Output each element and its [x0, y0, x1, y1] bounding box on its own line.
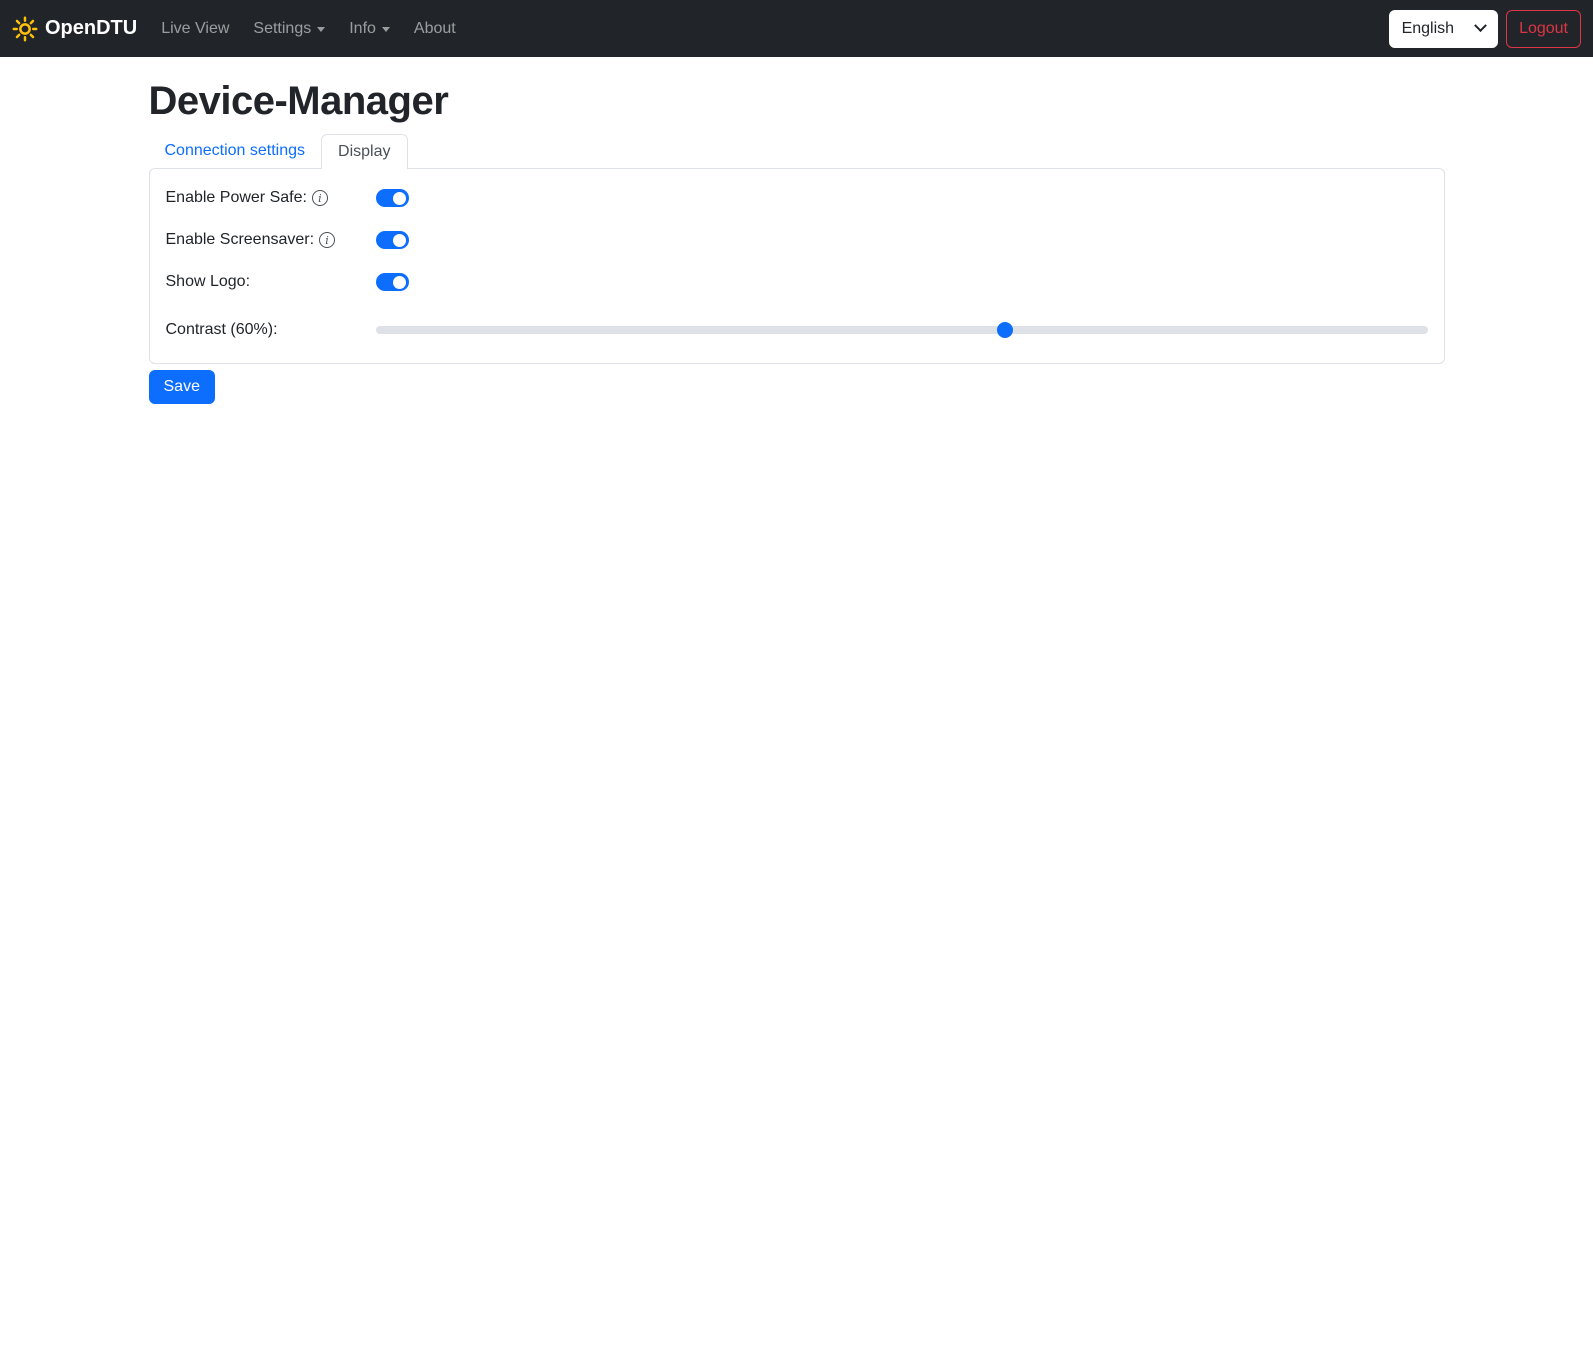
- enable-power-safe-row: Enable Power Safe: i: [166, 185, 1428, 211]
- nav-item-settings-label: Settings: [253, 19, 312, 37]
- contrast-slider[interactable]: [375, 318, 1428, 342]
- display-settings-card: Enable Power Safe: i Enable Screensaver:…: [148, 168, 1445, 364]
- nav-item-live-view-label: Live View: [161, 19, 230, 37]
- navbar: OpenDTU Live View Settings Info About En…: [0, 0, 1593, 57]
- nav-item-live-view[interactable]: Live View: [153, 12, 237, 46]
- caret-down-icon: [317, 27, 326, 32]
- brand-link[interactable]: OpenDTU: [12, 15, 138, 42]
- enable-power-safe-label: Enable Power Safe: i: [166, 189, 376, 207]
- show-logo-label-text: Show Logo:: [165, 273, 251, 290]
- sun-logo-icon: [12, 15, 38, 42]
- nav-item-info[interactable]: Info: [341, 12, 398, 46]
- show-logo-control: [375, 273, 1428, 291]
- info-icon[interactable]: i: [319, 232, 336, 248]
- switch-knob: [393, 275, 407, 289]
- logout-button[interactable]: Logout: [1506, 9, 1581, 48]
- contrast-control: [375, 318, 1428, 342]
- navbar-right: English Logout: [1388, 9, 1581, 48]
- nav-item-settings[interactable]: Settings: [245, 12, 333, 46]
- enable-power-safe-label-text: Enable Power Safe:: [165, 189, 307, 206]
- info-icon[interactable]: i: [311, 190, 328, 206]
- caret-down-icon: [381, 27, 390, 32]
- enable-power-safe-control: [375, 189, 1428, 207]
- show-logo-label: Show Logo:: [166, 273, 376, 291]
- nav-item-info-label: Info: [349, 19, 376, 37]
- switch-knob: [393, 233, 407, 247]
- switch-knob: [393, 191, 407, 205]
- enable-screensaver-row: Enable Screensaver: i: [166, 227, 1428, 253]
- enable-power-safe-switch[interactable]: [375, 189, 409, 207]
- main-content: Device-Manager Connection settings Displ…: [137, 79, 1457, 404]
- contrast-slider-thumb[interactable]: [997, 322, 1014, 338]
- language-select[interactable]: English: [1388, 9, 1499, 48]
- tab-connection-settings[interactable]: Connection settings: [149, 134, 322, 168]
- contrast-row: Contrast (60%):: [166, 317, 1428, 343]
- navbar-left: OpenDTU Live View Settings Info About: [12, 12, 472, 46]
- page-title: Device-Manager: [148, 79, 449, 123]
- enable-screensaver-control: [375, 231, 1428, 249]
- tab-bar: Connection settings Display: [149, 134, 1445, 169]
- language-select-value: English: [1401, 19, 1455, 37]
- contrast-label-text: Contrast (60%):: [165, 321, 278, 338]
- brand-label: OpenDTU: [45, 17, 138, 39]
- nav-item-about-label: About: [413, 19, 456, 37]
- tab-display[interactable]: Display: [321, 134, 408, 169]
- chevron-down-icon: [1474, 19, 1487, 33]
- enable-screensaver-label-text: Enable Screensaver:: [165, 231, 315, 248]
- show-logo-row: Show Logo:: [166, 269, 1428, 295]
- contrast-slider-track[interactable]: [375, 326, 1428, 334]
- enable-screensaver-switch[interactable]: [375, 231, 409, 249]
- contrast-label: Contrast (60%):: [166, 321, 376, 339]
- show-logo-switch[interactable]: [375, 273, 409, 291]
- nav-item-about[interactable]: About: [406, 12, 464, 46]
- enable-screensaver-label: Enable Screensaver: i: [166, 231, 376, 249]
- save-button[interactable]: Save: [148, 370, 215, 404]
- nav-links: Live View Settings Info About: [153, 12, 472, 46]
